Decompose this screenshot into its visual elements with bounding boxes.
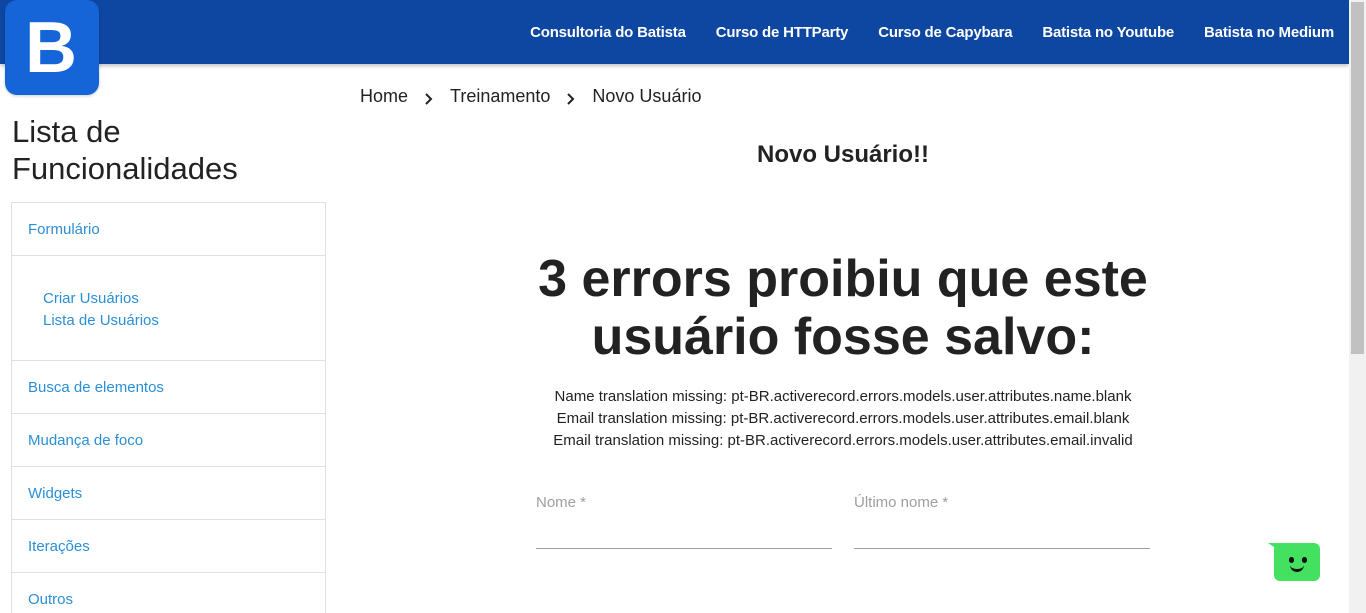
scrollbar-thumb[interactable]: [1351, 2, 1364, 354]
sidebar-title-line2: Funcionalidades: [12, 151, 238, 186]
chat-bubble-body: [1274, 543, 1320, 581]
error-message: Email translation missing: pt-BR.activer…: [553, 432, 1133, 449]
bot-eye-left: [1289, 557, 1294, 563]
error-message: Name translation missing: pt-BR.activere…: [554, 388, 1132, 405]
sidebar-item-outros[interactable]: Outros: [12, 573, 325, 613]
sidebar-title-line1: Lista de: [12, 114, 121, 149]
chevron-right-icon: [556, 89, 586, 110]
last-name-field: Último nome *: [854, 494, 1150, 549]
error-message: Email translation missing: pt-BR.activer…: [556, 410, 1130, 427]
sidebar-item-label: Outros: [28, 590, 74, 608]
last-name-label: Último nome *: [854, 494, 949, 511]
error-title: 3 errors proibiu que este usuário fosse …: [490, 250, 1196, 366]
first-name-field: Nome *: [536, 494, 832, 549]
top-nav-bar: Consultoria do Batista Curso de HTTParty…: [0, 0, 1349, 64]
sidebar-item-label: Mudança de foco: [28, 431, 144, 449]
chevron-right-icon: [414, 89, 444, 110]
nav-link-capybara[interactable]: Curso de Capybara: [878, 24, 1012, 41]
breadcrumb: Home Treinamento Novo Usuário: [360, 86, 701, 107]
sidebar-item-iteracoes[interactable]: Iterações: [12, 520, 325, 573]
page-scrollbar[interactable]: [1349, 0, 1366, 613]
breadcrumb-novo-usuario[interactable]: Novo Usuário: [592, 86, 701, 107]
top-nav-menu: Consultoria do Batista Curso de HTTParty…: [500, 0, 1334, 64]
form-title: Novo Usuário!!: [756, 141, 929, 168]
chat-bot-icon[interactable]: [1268, 543, 1320, 581]
nav-link-httparty[interactable]: Curso de HTTParty: [716, 24, 849, 41]
brand-logo[interactable]: B: [5, 0, 99, 95]
breadcrumb-treinamento[interactable]: Treinamento: [450, 86, 550, 107]
sidebar-subitem-lista-usuarios[interactable]: Lista de Usuários: [43, 310, 325, 332]
breadcrumb-home[interactable]: Home: [360, 86, 408, 107]
bot-smile: [1290, 565, 1304, 572]
nav-link-youtube[interactable]: Batista no Youtube: [1042, 24, 1174, 41]
first-name-input[interactable]: [536, 522, 832, 546]
sidebar-title: Lista de Funcionalidades: [12, 113, 238, 187]
sidebar-item-label: Formulário: [28, 220, 100, 238]
error-list: Name translation missing: pt-BR.activere…: [490, 386, 1196, 452]
page: Consultoria do Batista Curso de HTTParty…: [0, 0, 1366, 613]
sidebar-item-label: Iterações: [28, 537, 90, 555]
logo-letter: B: [25, 7, 77, 88]
first-name-label: Nome *: [536, 494, 587, 511]
bot-eye-right: [1302, 557, 1307, 563]
sidebar-subitem-criar-usuarios[interactable]: Criar Usuários: [43, 288, 325, 310]
sidebar-item-formulario[interactable]: Formulário: [12, 203, 325, 256]
sidebar-submenu-formulario: Criar Usuários Lista de Usuários: [12, 256, 325, 361]
sidebar-item-widgets[interactable]: Widgets: [12, 467, 325, 520]
nav-link-consultoria[interactable]: Consultoria do Batista: [530, 24, 686, 41]
sidebar-menu: Formulário Criar Usuários Lista de Usuár…: [11, 202, 326, 613]
error-title-line2: usuário fosse salvo:: [591, 308, 1095, 366]
sidebar-item-mudanca-foco[interactable]: Mudança de foco: [12, 414, 325, 467]
sidebar-item-label: Busca de elementos: [28, 378, 164, 396]
sidebar-item-label: Widgets: [28, 484, 83, 502]
sidebar-item-busca[interactable]: Busca de elementos: [12, 361, 325, 414]
error-title-line1: 3 errors proibiu que este: [538, 250, 1148, 308]
nav-link-medium[interactable]: Batista no Medium: [1204, 24, 1334, 41]
last-name-input[interactable]: [854, 522, 1150, 546]
